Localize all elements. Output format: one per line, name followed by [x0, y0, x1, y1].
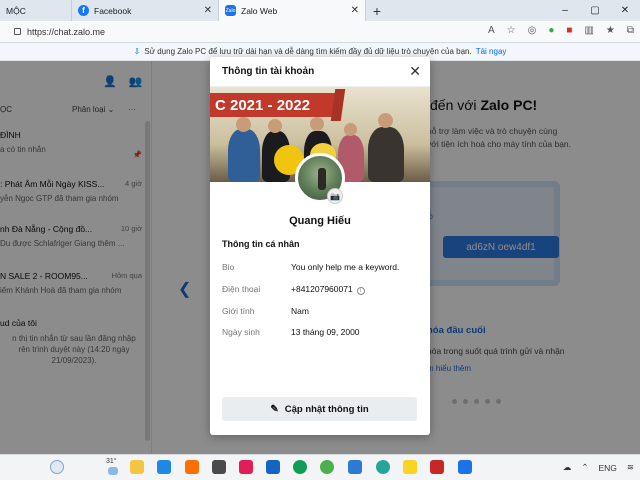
tab-label: Zalo Web: [241, 5, 278, 16]
address-bar-tools: A ☆ ◎ ● ■ ▥ ★ ⧉: [488, 25, 634, 36]
collections-icon[interactable]: ⧉: [627, 25, 634, 36]
file-explorer-icon[interactable]: [130, 460, 144, 474]
facebook-icon: f: [78, 5, 89, 16]
temperature-text: 31°: [106, 458, 117, 465]
close-tab-icon[interactable]: ✕: [204, 5, 212, 16]
camera-icon[interactable]: 📷: [327, 188, 343, 204]
read-aloud-icon[interactable]: A: [488, 25, 495, 36]
search-icon[interactable]: [50, 460, 64, 474]
info-value: Nam: [291, 306, 309, 316]
cloud-icon[interactable]: ☁: [563, 462, 572, 473]
new-tab-button[interactable]: +: [366, 0, 388, 21]
extension-red-icon[interactable]: ■: [566, 25, 572, 36]
cover-person-head: [236, 117, 251, 132]
update-info-button[interactable]: ✎ Cập nhật thông tin: [222, 397, 417, 421]
url-field[interactable]: https://chat.zalo.me: [14, 27, 105, 37]
url-text: https://chat.zalo.me: [27, 26, 106, 37]
zalo-taskbar-icon[interactable]: [458, 460, 472, 474]
cover-person-head: [378, 113, 393, 128]
chevron-up-icon[interactable]: ⌃: [581, 462, 588, 473]
lock-icon: [14, 28, 21, 35]
slack-icon[interactable]: [239, 460, 253, 474]
settings-icon[interactable]: [266, 460, 280, 474]
cover-person-head: [310, 117, 324, 131]
info-value-wrapper: +841207960071 i: [291, 284, 365, 295]
personal-info-title: Thông tin cá nhân: [222, 239, 300, 249]
info-value: +841207960071: [291, 284, 353, 294]
sticky-notes-icon[interactable]: [403, 460, 417, 474]
info-label: Giới tính: [222, 306, 255, 316]
minimize-button[interactable]: –: [550, 0, 580, 21]
account-info-modal: Thông tin tài khoản ✕ C 2021 - 2022 📷 Qu…: [210, 57, 430, 435]
extension-icon[interactable]: ●: [548, 25, 554, 36]
info-label: Bio: [222, 262, 235, 272]
cover-person: [228, 129, 260, 182]
notification-app-icon[interactable]: [185, 460, 199, 474]
tab-zalo-web[interactable]: Zalo Zalo Web ✕: [219, 0, 366, 21]
download-now-link[interactable]: Tải ngay: [476, 47, 507, 56]
download-icon: ⇩: [133, 47, 141, 56]
favorites-icon[interactable]: ★: [606, 25, 615, 36]
modal-title: Thông tin tài khoản: [222, 66, 315, 77]
modal-header: Thông tin tài khoản ✕: [210, 57, 430, 87]
weather-widget[interactable]: 31°: [106, 458, 117, 465]
browser-icon[interactable]: [376, 460, 390, 474]
close-icon[interactable]: ✕: [409, 63, 421, 80]
cover-person-head: [344, 123, 357, 136]
system-tray: ☁ ⌃ ENG ≋: [563, 462, 634, 473]
wifi-icon[interactable]: ≋: [627, 462, 634, 473]
zalo-icon: Zalo: [225, 5, 236, 16]
tab-label: Facebook: [94, 5, 132, 16]
info-icon[interactable]: i: [356, 287, 365, 295]
vscode-icon[interactable]: [348, 460, 362, 474]
camera-icon[interactable]: ◎: [528, 25, 537, 36]
address-bar: https://chat.zalo.me A ☆ ◎ ● ■ ▥ ★ ⧉: [0, 21, 640, 43]
chrome-icon[interactable]: [320, 460, 334, 474]
favorite-star-icon[interactable]: ☆: [507, 25, 516, 36]
edge-icon[interactable]: [293, 460, 307, 474]
windows-taskbar: 31° ☁ ⌃ ENG ≋: [0, 454, 640, 480]
split-screen-icon[interactable]: ▥: [584, 25, 593, 36]
info-strip-text: Sử dụng Zalo PC để lưu trữ dài hạn và dễ…: [144, 47, 472, 56]
avatar-person: [318, 168, 326, 190]
info-value: 13 tháng 09, 2000: [291, 327, 360, 337]
todo-check-icon[interactable]: [157, 460, 171, 474]
close-tab-icon[interactable]: ✕: [351, 5, 359, 16]
tab-moc[interactable]: MỘC: [0, 0, 72, 21]
cover-banner-text: C 2021 - 2022: [210, 93, 338, 117]
info-value: You only help me a keyword.: [291, 262, 400, 272]
update-info-label: Cập nhật thông tin: [284, 403, 369, 415]
cover-person-head: [268, 119, 282, 133]
close-window-button[interactable]: ✕: [610, 0, 640, 21]
profile-name: Quang Hiếu: [289, 215, 351, 227]
edit-pencil-icon: ✎: [270, 403, 279, 415]
app-red-icon[interactable]: [430, 460, 444, 474]
weather-icon: [108, 467, 118, 475]
info-label: Ngày sinh: [222, 327, 260, 337]
browser-tab-bar: MỘC f Facebook ✕ Zalo Zalo Web ✕ + – ▢ ✕: [0, 0, 640, 21]
tab-label: MỘC: [6, 5, 26, 16]
app-icon[interactable]: [212, 460, 226, 474]
maximize-button[interactable]: ▢: [580, 0, 610, 21]
cover-person: [368, 127, 404, 182]
info-label: Điện thoại: [222, 284, 261, 294]
language-indicator[interactable]: ENG: [598, 463, 616, 473]
tab-facebook[interactable]: f Facebook ✕: [72, 0, 219, 21]
